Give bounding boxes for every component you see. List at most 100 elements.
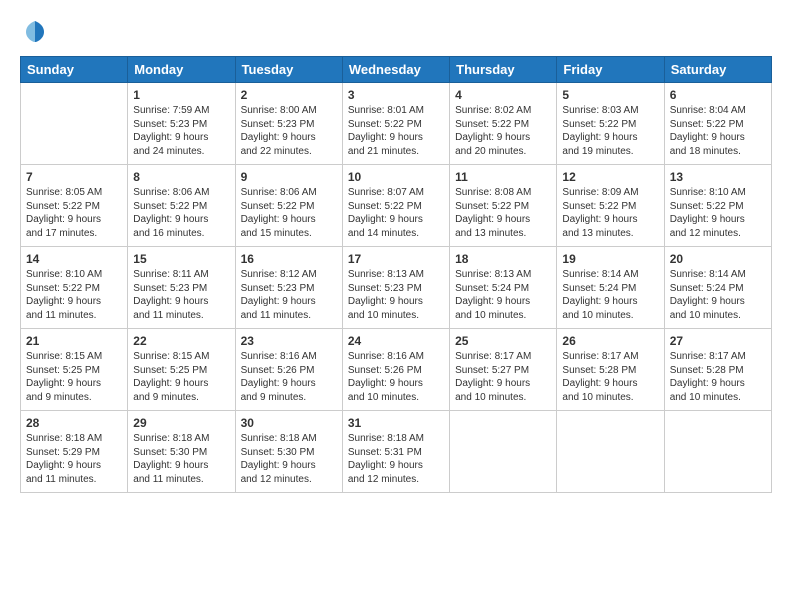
col-header-wednesday: Wednesday [342,57,449,83]
day-info: Sunrise: 8:18 AM Sunset: 5:30 PM Dayligh… [241,432,337,486]
day-info: Sunrise: 8:17 AM Sunset: 5:28 PM Dayligh… [670,350,766,404]
day-cell: 1Sunrise: 7:59 AM Sunset: 5:23 PM Daylig… [128,83,235,165]
day-info: Sunrise: 8:14 AM Sunset: 5:24 PM Dayligh… [562,268,658,322]
day-info: Sunrise: 8:05 AM Sunset: 5:22 PM Dayligh… [26,186,122,240]
day-number: 30 [241,415,337,431]
day-number: 4 [455,87,551,103]
day-number: 14 [26,251,122,267]
day-info: Sunrise: 8:08 AM Sunset: 5:22 PM Dayligh… [455,186,551,240]
day-info: Sunrise: 8:02 AM Sunset: 5:22 PM Dayligh… [455,104,551,158]
day-number: 25 [455,333,551,349]
day-number: 10 [348,169,444,185]
day-cell: 28Sunrise: 8:18 AM Sunset: 5:29 PM Dayli… [21,411,128,493]
day-cell: 13Sunrise: 8:10 AM Sunset: 5:22 PM Dayli… [664,165,771,247]
day-cell: 15Sunrise: 8:11 AM Sunset: 5:23 PM Dayli… [128,247,235,329]
day-cell: 19Sunrise: 8:14 AM Sunset: 5:24 PM Dayli… [557,247,664,329]
day-number: 23 [241,333,337,349]
week-row-5: 28Sunrise: 8:18 AM Sunset: 5:29 PM Dayli… [21,411,772,493]
day-cell: 9Sunrise: 8:06 AM Sunset: 5:22 PM Daylig… [235,165,342,247]
day-number: 3 [348,87,444,103]
day-number: 13 [670,169,766,185]
day-info: Sunrise: 8:17 AM Sunset: 5:27 PM Dayligh… [455,350,551,404]
day-cell [450,411,557,493]
day-info: Sunrise: 8:16 AM Sunset: 5:26 PM Dayligh… [241,350,337,404]
day-cell: 24Sunrise: 8:16 AM Sunset: 5:26 PM Dayli… [342,329,449,411]
day-cell: 31Sunrise: 8:18 AM Sunset: 5:31 PM Dayli… [342,411,449,493]
day-number: 15 [133,251,229,267]
week-row-2: 7Sunrise: 8:05 AM Sunset: 5:22 PM Daylig… [21,165,772,247]
day-cell [664,411,771,493]
day-number: 8 [133,169,229,185]
day-number: 5 [562,87,658,103]
day-cell: 11Sunrise: 8:08 AM Sunset: 5:22 PM Dayli… [450,165,557,247]
day-info: Sunrise: 8:16 AM Sunset: 5:26 PM Dayligh… [348,350,444,404]
day-number: 24 [348,333,444,349]
day-info: Sunrise: 8:15 AM Sunset: 5:25 PM Dayligh… [133,350,229,404]
day-info: Sunrise: 8:13 AM Sunset: 5:23 PM Dayligh… [348,268,444,322]
day-number: 18 [455,251,551,267]
day-cell: 12Sunrise: 8:09 AM Sunset: 5:22 PM Dayli… [557,165,664,247]
day-number: 12 [562,169,658,185]
day-info: Sunrise: 8:00 AM Sunset: 5:23 PM Dayligh… [241,104,337,158]
day-number: 28 [26,415,122,431]
logo [20,16,54,46]
day-number: 7 [26,169,122,185]
day-number: 11 [455,169,551,185]
day-cell: 14Sunrise: 8:10 AM Sunset: 5:22 PM Dayli… [21,247,128,329]
day-cell: 16Sunrise: 8:12 AM Sunset: 5:23 PM Dayli… [235,247,342,329]
day-cell: 4Sunrise: 8:02 AM Sunset: 5:22 PM Daylig… [450,83,557,165]
day-number: 2 [241,87,337,103]
col-header-sunday: Sunday [21,57,128,83]
logo-icon [20,16,50,46]
week-row-1: 1Sunrise: 7:59 AM Sunset: 5:23 PM Daylig… [21,83,772,165]
day-cell [21,83,128,165]
day-info: Sunrise: 8:12 AM Sunset: 5:23 PM Dayligh… [241,268,337,322]
day-info: Sunrise: 8:11 AM Sunset: 5:23 PM Dayligh… [133,268,229,322]
day-info: Sunrise: 8:09 AM Sunset: 5:22 PM Dayligh… [562,186,658,240]
col-header-friday: Friday [557,57,664,83]
calendar: SundayMondayTuesdayWednesdayThursdayFrid… [20,56,772,493]
day-cell: 20Sunrise: 8:14 AM Sunset: 5:24 PM Dayli… [664,247,771,329]
day-cell: 22Sunrise: 8:15 AM Sunset: 5:25 PM Dayli… [128,329,235,411]
day-cell: 2Sunrise: 8:00 AM Sunset: 5:23 PM Daylig… [235,83,342,165]
day-info: Sunrise: 8:01 AM Sunset: 5:22 PM Dayligh… [348,104,444,158]
day-info: Sunrise: 8:10 AM Sunset: 5:22 PM Dayligh… [26,268,122,322]
day-info: Sunrise: 8:13 AM Sunset: 5:24 PM Dayligh… [455,268,551,322]
day-number: 22 [133,333,229,349]
day-cell: 8Sunrise: 8:06 AM Sunset: 5:22 PM Daylig… [128,165,235,247]
day-cell: 7Sunrise: 8:05 AM Sunset: 5:22 PM Daylig… [21,165,128,247]
day-number: 27 [670,333,766,349]
col-header-thursday: Thursday [450,57,557,83]
day-number: 31 [348,415,444,431]
day-number: 29 [133,415,229,431]
day-cell: 27Sunrise: 8:17 AM Sunset: 5:28 PM Dayli… [664,329,771,411]
day-cell: 18Sunrise: 8:13 AM Sunset: 5:24 PM Dayli… [450,247,557,329]
day-cell: 29Sunrise: 8:18 AM Sunset: 5:30 PM Dayli… [128,411,235,493]
day-info: Sunrise: 8:10 AM Sunset: 5:22 PM Dayligh… [670,186,766,240]
day-cell: 3Sunrise: 8:01 AM Sunset: 5:22 PM Daylig… [342,83,449,165]
day-cell: 25Sunrise: 8:17 AM Sunset: 5:27 PM Dayli… [450,329,557,411]
day-number: 16 [241,251,337,267]
day-cell: 17Sunrise: 8:13 AM Sunset: 5:23 PM Dayli… [342,247,449,329]
week-row-3: 14Sunrise: 8:10 AM Sunset: 5:22 PM Dayli… [21,247,772,329]
day-info: Sunrise: 8:04 AM Sunset: 5:22 PM Dayligh… [670,104,766,158]
day-number: 21 [26,333,122,349]
header-row: SundayMondayTuesdayWednesdayThursdayFrid… [21,57,772,83]
day-info: Sunrise: 8:07 AM Sunset: 5:22 PM Dayligh… [348,186,444,240]
day-cell: 5Sunrise: 8:03 AM Sunset: 5:22 PM Daylig… [557,83,664,165]
page: SundayMondayTuesdayWednesdayThursdayFrid… [0,0,792,612]
day-info: Sunrise: 8:03 AM Sunset: 5:22 PM Dayligh… [562,104,658,158]
day-number: 19 [562,251,658,267]
col-header-monday: Monday [128,57,235,83]
day-info: Sunrise: 8:15 AM Sunset: 5:25 PM Dayligh… [26,350,122,404]
day-info: Sunrise: 8:18 AM Sunset: 5:31 PM Dayligh… [348,432,444,486]
day-cell: 26Sunrise: 8:17 AM Sunset: 5:28 PM Dayli… [557,329,664,411]
day-info: Sunrise: 8:14 AM Sunset: 5:24 PM Dayligh… [670,268,766,322]
day-number: 17 [348,251,444,267]
header [20,16,772,46]
day-cell: 10Sunrise: 8:07 AM Sunset: 5:22 PM Dayli… [342,165,449,247]
day-number: 6 [670,87,766,103]
day-number: 20 [670,251,766,267]
col-header-tuesday: Tuesday [235,57,342,83]
day-info: Sunrise: 8:18 AM Sunset: 5:30 PM Dayligh… [133,432,229,486]
